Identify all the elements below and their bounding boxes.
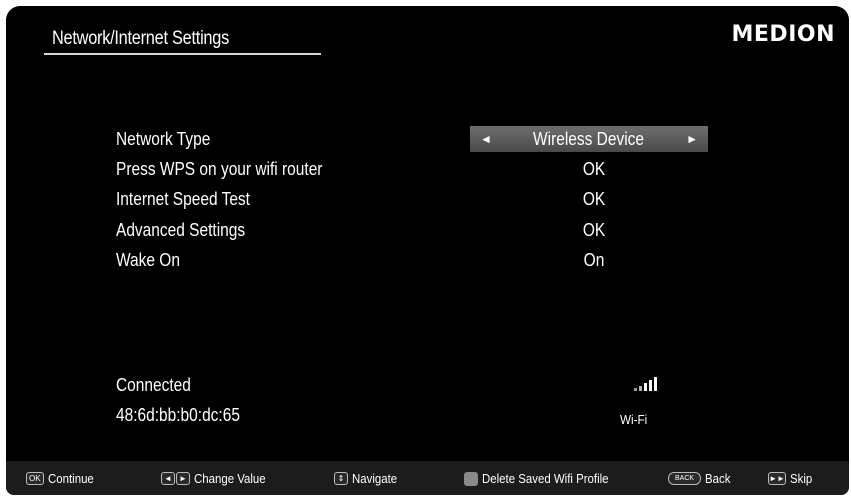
wps-ok-button[interactable]: OK: [583, 159, 605, 180]
page-title: Network/Internet Settings: [52, 28, 230, 49]
back-key-icon: BACK: [668, 472, 702, 486]
setting-row-speed-test[interactable]: Internet Speed Test OK: [6, 186, 849, 214]
arrow-right-icon[interactable]: ►: [686, 132, 698, 146]
skip-label: Skip: [790, 471, 813, 487]
tv-screen: Network/Internet Settings MEDION Network…: [6, 6, 849, 495]
setting-label-network-type: Network Type: [116, 129, 211, 149]
up-down-key-icon: ⇕: [334, 472, 348, 486]
speed-test-ok-button[interactable]: OK: [583, 189, 605, 210]
left-key-icon: ◄: [161, 472, 175, 486]
wifi-signal-icon: [634, 375, 664, 391]
fast-forward-key-icon: ►►: [768, 472, 786, 486]
wake-on-value[interactable]: On: [584, 250, 605, 271]
title-underline: [44, 53, 321, 55]
network-type-selector[interactable]: ◄ Wireless Device ►: [470, 126, 708, 152]
mac-address: 48:6d:bb:b0:dc:65: [116, 405, 240, 425]
setting-label-speed-test: Internet Speed Test: [116, 189, 250, 209]
continue-label: Continue: [47, 471, 94, 487]
advanced-ok-button[interactable]: OK: [583, 220, 605, 241]
wifi-label: Wi-Fi: [620, 412, 648, 427]
delete-profile-label: Delete Saved Wifi Profile: [482, 471, 609, 487]
setting-label-wake-on: Wake On: [116, 250, 180, 270]
setting-row-wps[interactable]: Press WPS on your wifi router OK: [6, 156, 849, 184]
change-value-label: Change Value: [194, 471, 266, 487]
brand-logo: MEDION: [731, 22, 835, 47]
right-key-icon: ►: [176, 472, 190, 486]
footer-bar: OK Continue ◄ ► Change Value ⇕ Navigate Dele…: [6, 461, 849, 495]
back-hint[interactable]: BACK Back: [668, 470, 734, 486]
grey-key-icon: [464, 471, 478, 486]
setting-row-advanced[interactable]: Advanced Settings OK: [6, 217, 849, 245]
connection-status: Connected: [116, 375, 191, 395]
setting-row-network-type[interactable]: Network Type ◄ Wireless Device ►: [6, 126, 849, 154]
setting-row-wake-on[interactable]: Wake On On: [6, 247, 849, 275]
delete-profile-hint[interactable]: Delete Saved Wifi Profile: [464, 470, 626, 486]
setting-label-wps: Press WPS on your wifi router: [116, 159, 323, 179]
network-type-value: Wireless Device: [533, 129, 645, 149]
ok-key-icon: OK: [26, 472, 44, 486]
back-label: Back: [705, 471, 731, 487]
navigate-hint[interactable]: ⇕ Navigate: [334, 470, 403, 486]
navigate-label: Navigate: [352, 471, 398, 487]
continue-hint[interactable]: OK Continue: [26, 470, 100, 486]
setting-label-advanced: Advanced Settings: [116, 220, 246, 240]
change-value-hint[interactable]: ◄ ► Change Value: [161, 470, 275, 486]
skip-hint[interactable]: ►► Skip: [768, 470, 815, 486]
